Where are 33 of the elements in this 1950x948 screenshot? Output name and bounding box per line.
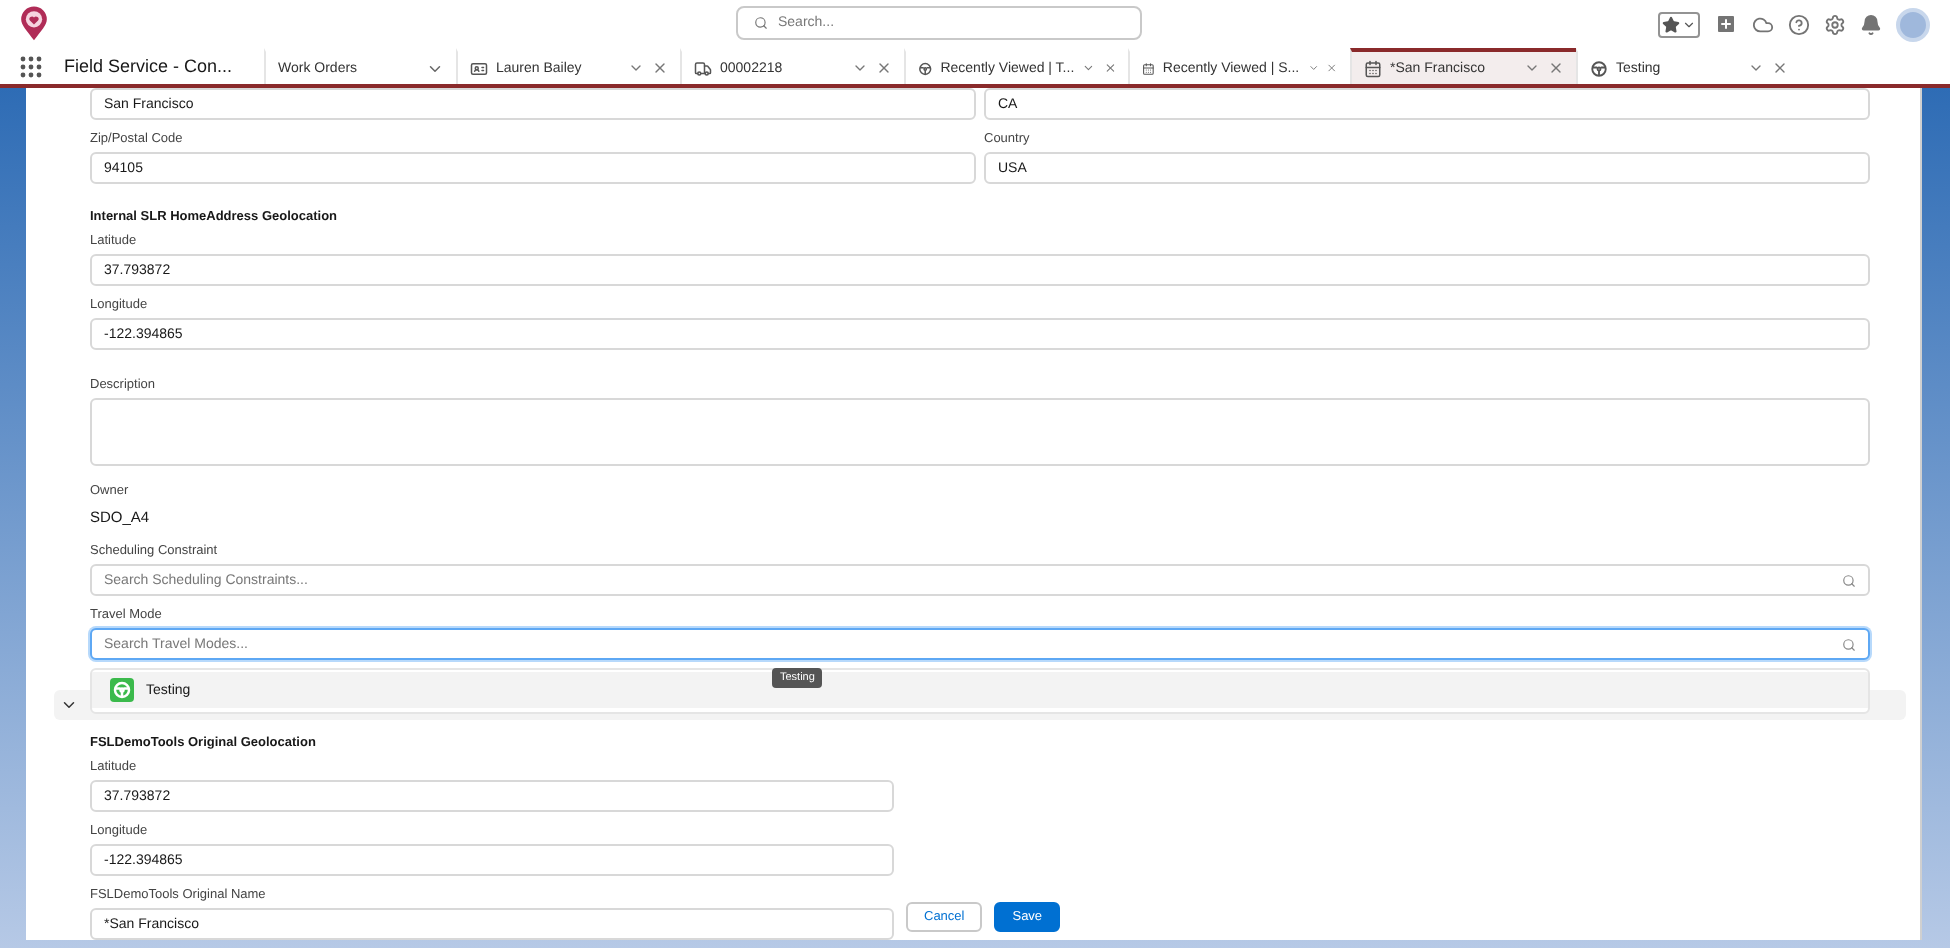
settings-icon[interactable] xyxy=(1824,13,1846,35)
chevron-down-icon[interactable] xyxy=(1307,60,1319,76)
star-icon xyxy=(1662,15,1680,33)
chevron-down-icon xyxy=(60,696,78,714)
steering-wheel-icon xyxy=(918,59,933,77)
favorites-button[interactable] xyxy=(1658,11,1700,37)
search-icon xyxy=(1842,573,1856,587)
chevron-down-icon xyxy=(1682,17,1696,31)
add-icon[interactable] xyxy=(1714,12,1738,36)
close-icon[interactable] xyxy=(652,60,668,76)
steering-wheel-icon xyxy=(110,678,134,702)
close-icon[interactable] xyxy=(1772,60,1788,76)
chevron-down-icon[interactable] xyxy=(1748,60,1764,76)
truck-icon xyxy=(694,59,712,77)
steering-wheel-icon xyxy=(1590,59,1608,77)
close-icon[interactable] xyxy=(1326,60,1338,76)
bell-icon[interactable] xyxy=(1860,13,1882,35)
id-card-icon xyxy=(470,59,488,77)
close-icon[interactable] xyxy=(1103,60,1116,76)
chevron-down-icon[interactable] xyxy=(628,60,644,76)
chevron-down-icon[interactable] xyxy=(852,60,868,76)
chevron-down-icon[interactable] xyxy=(1082,60,1096,76)
cloud-icon[interactable] xyxy=(1752,13,1774,35)
calendar-icon xyxy=(1142,59,1155,77)
app-name: Field Service - Con... xyxy=(62,54,235,80)
logo-icon[interactable] xyxy=(20,6,48,42)
chevron-down-icon[interactable] xyxy=(1524,60,1540,76)
search-icon xyxy=(754,16,768,30)
close-icon[interactable] xyxy=(1548,60,1564,76)
close-icon[interactable] xyxy=(876,60,892,76)
calendar-icon xyxy=(1364,59,1382,77)
help-icon[interactable] xyxy=(1788,13,1810,35)
search-icon xyxy=(1842,637,1856,651)
